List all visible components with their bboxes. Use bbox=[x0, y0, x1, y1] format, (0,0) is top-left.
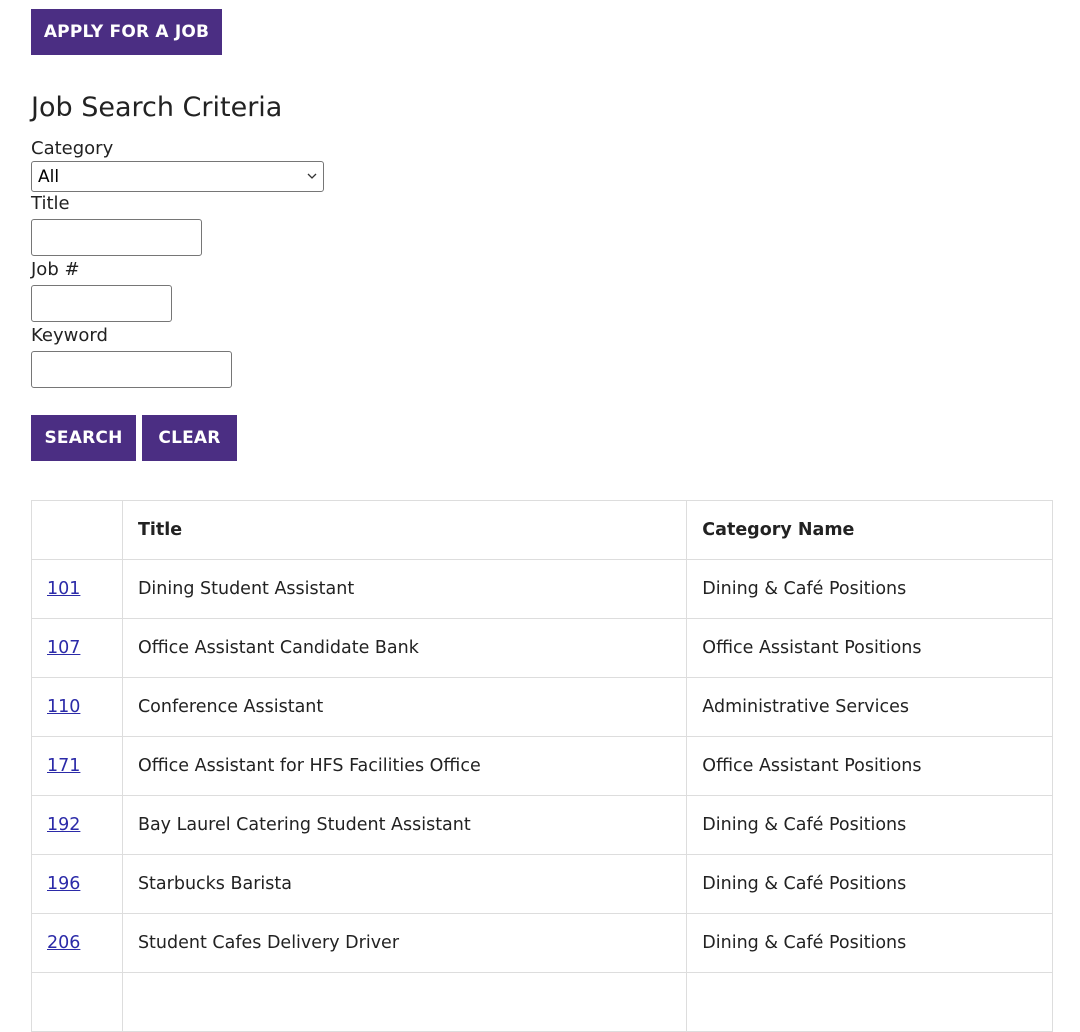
table-row: 192 Bay Laurel Catering Student Assistan… bbox=[31, 795, 1053, 855]
job-search-page: APPLY FOR A JOB Job Search Criteria Cate… bbox=[31, 9, 1053, 1032]
job-title-cell: Office Assistant Candidate Bank bbox=[121, 618, 688, 678]
job-number-cell: 110 bbox=[31, 677, 123, 737]
chevron-down-icon bbox=[307, 173, 317, 179]
keyword-input[interactable] bbox=[31, 351, 232, 388]
table-row: 196 Starbucks Barista Dining & Café Posi… bbox=[31, 854, 1053, 914]
job-title-cell: Conference Assistant bbox=[121, 677, 688, 737]
title-input[interactable] bbox=[31, 219, 202, 256]
job-category-cell: Dining & Café Positions bbox=[686, 854, 1053, 914]
table-cell-empty bbox=[686, 972, 1053, 1032]
apply-for-job-button[interactable]: APPLY FOR A JOB bbox=[31, 9, 222, 55]
table-cell-empty bbox=[121, 972, 688, 1032]
category-label: Category bbox=[31, 138, 114, 159]
job-number-cell: 206 bbox=[31, 913, 123, 973]
job-link[interactable]: 206 bbox=[47, 933, 80, 953]
job-number-input[interactable] bbox=[31, 285, 172, 322]
table-row-partial bbox=[31, 972, 1053, 1032]
table-row: 110 Conference Assistant Administrative … bbox=[31, 677, 1053, 737]
job-category-cell: Dining & Café Positions bbox=[686, 913, 1053, 973]
clear-button[interactable]: CLEAR bbox=[142, 415, 237, 461]
job-title-cell: Student Cafes Delivery Driver bbox=[121, 913, 688, 973]
job-number-cell: 192 bbox=[31, 795, 123, 855]
header-category: Category Name bbox=[686, 500, 1053, 560]
table-header-row: Title Category Name bbox=[31, 500, 1053, 560]
table-row: 107 Office Assistant Candidate Bank Offi… bbox=[31, 618, 1053, 678]
keyword-label: Keyword bbox=[31, 325, 108, 346]
table-cell-empty bbox=[31, 972, 123, 1032]
job-number-cell: 171 bbox=[31, 736, 123, 796]
search-button[interactable]: SEARCH bbox=[31, 415, 136, 461]
table-row: 206 Student Cafes Delivery Driver Dining… bbox=[31, 913, 1053, 973]
header-title: Title bbox=[121, 500, 688, 560]
job-category-cell: Office Assistant Positions bbox=[686, 618, 1053, 678]
category-select[interactable]: All bbox=[31, 161, 324, 192]
table-row: 101 Dining Student Assistant Dining & Ca… bbox=[31, 559, 1053, 619]
table-row: 171 Office Assistant for HFS Facilities … bbox=[31, 736, 1053, 796]
job-category-cell: Administrative Services bbox=[686, 677, 1053, 737]
title-label: Title bbox=[31, 193, 70, 214]
job-link[interactable]: 196 bbox=[47, 874, 80, 894]
job-search-form: Category All Title Job # Keyword SEARCH … bbox=[31, 137, 1053, 461]
job-title-cell: Office Assistant for HFS Facilities Offi… bbox=[121, 736, 688, 796]
header-job-number bbox=[31, 500, 123, 560]
search-actions: SEARCH CLEAR bbox=[31, 415, 1053, 461]
page-title: Job Search Criteria bbox=[31, 92, 283, 123]
job-title-cell: Bay Laurel Catering Student Assistant bbox=[121, 795, 688, 855]
job-category-cell: Dining & Café Positions bbox=[686, 559, 1053, 619]
job-link[interactable]: 192 bbox=[47, 815, 80, 835]
jobs-table: Title Category Name 101 Dining Student A… bbox=[31, 500, 1053, 1032]
job-number-cell: 101 bbox=[31, 559, 123, 619]
job-link[interactable]: 110 bbox=[47, 697, 80, 717]
category-selected-value: All bbox=[38, 167, 60, 187]
job-link[interactable]: 171 bbox=[47, 756, 80, 776]
job-title-cell: Starbucks Barista bbox=[121, 854, 688, 914]
job-number-cell: 107 bbox=[31, 618, 123, 678]
job-title-cell: Dining Student Assistant bbox=[121, 559, 688, 619]
job-link[interactable]: 101 bbox=[47, 579, 80, 599]
job-number-cell: 196 bbox=[31, 854, 123, 914]
job-link[interactable]: 107 bbox=[47, 638, 80, 658]
job-category-cell: Dining & Café Positions bbox=[686, 795, 1053, 855]
job-category-cell: Office Assistant Positions bbox=[686, 736, 1053, 796]
job-number-label: Job # bbox=[31, 259, 80, 280]
